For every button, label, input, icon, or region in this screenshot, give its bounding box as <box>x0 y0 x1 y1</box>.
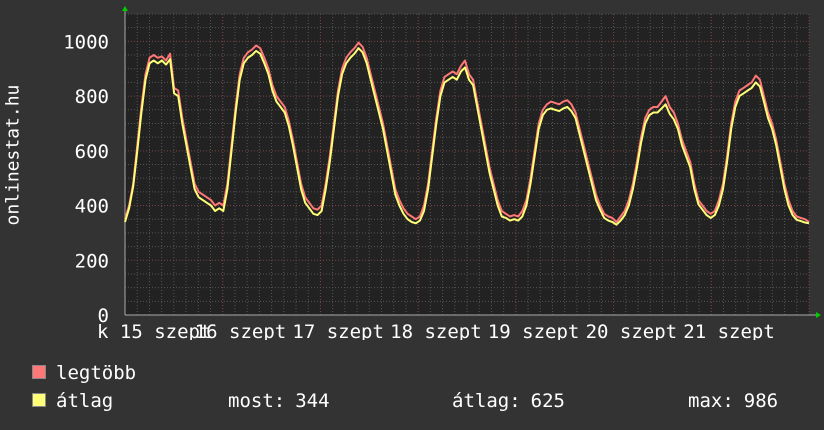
legend-avg: átlag <box>32 390 113 412</box>
stat-max-label: max: <box>688 390 734 412</box>
stat-max-value: 986 <box>743 390 779 412</box>
stat-avg-label: átlag: <box>452 390 521 412</box>
x-tick-label: 16 szept <box>195 321 287 340</box>
x-tick-label: 18 szept <box>390 321 482 340</box>
y-tick-label: 600 <box>75 141 109 163</box>
legend-max: legtöbb <box>32 362 136 384</box>
legend-max-label: legtöbb <box>56 362 137 384</box>
y-axis-arrow <box>122 6 128 11</box>
legend-avg-swatch <box>32 392 46 407</box>
stat-now-label: most: <box>228 390 286 412</box>
legend-max-swatch <box>32 364 46 379</box>
y-tick-label: 200 <box>75 250 109 272</box>
stat-now: most: 344 <box>228 390 330 412</box>
y-tick-label: 1000 <box>63 31 109 53</box>
y-axis-label: onlinestat.hu <box>2 84 24 226</box>
x-tick-label: 19 szept <box>488 321 580 340</box>
y-tick-label: 800 <box>75 86 109 108</box>
x-axis-arrow <box>816 312 821 318</box>
stat-max: max: 986 <box>688 390 778 412</box>
x-tick-label: 20 szept <box>586 321 678 340</box>
legend-avg-label: átlag <box>56 390 114 412</box>
y-tick-label: 400 <box>75 196 109 218</box>
x-tick-label: 21 szept <box>683 321 775 340</box>
stat-now-value: 344 <box>295 390 330 412</box>
stat-avg-value: 625 <box>530 390 565 412</box>
traffic-chart: 02004006008001000k 15 szept16 szept 17 sz… <box>63 6 821 340</box>
stat-avg: átlag: 625 <box>452 390 565 412</box>
x-tick-label: 17 szept <box>292 321 384 340</box>
